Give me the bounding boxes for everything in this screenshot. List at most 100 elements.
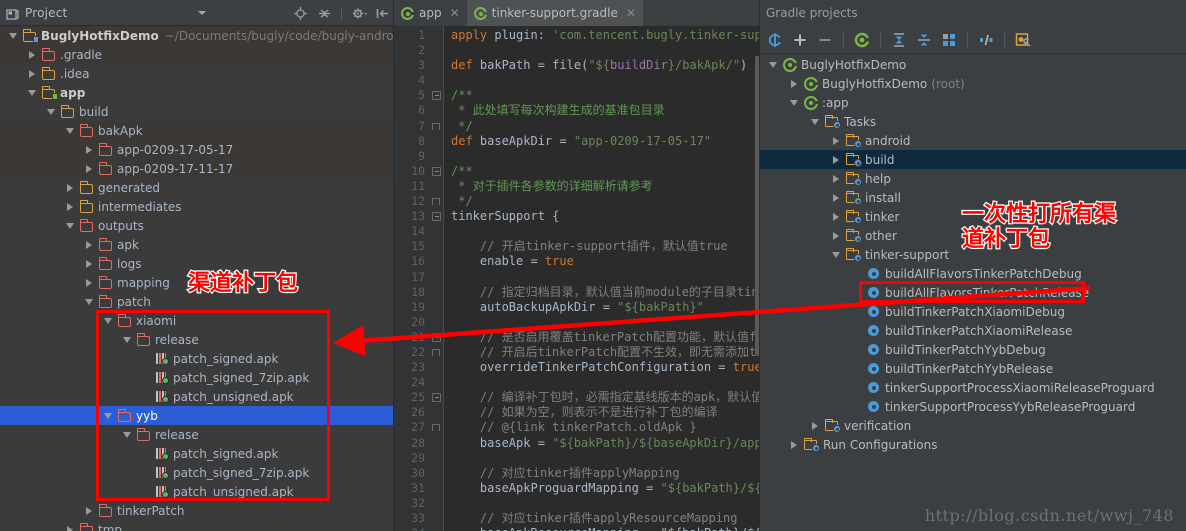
tree-expander[interactable] bbox=[787, 79, 800, 88]
close-icon[interactable]: ✕ bbox=[450, 6, 460, 20]
project-tree-row[interactable]: bakApk bbox=[0, 121, 394, 140]
project-tree-row[interactable]: intermediates bbox=[0, 197, 394, 216]
chevron-right-icon[interactable] bbox=[832, 174, 839, 183]
editor-tab-bar[interactable]: app ✕ tinker-support.gradle ✕ bbox=[394, 0, 760, 26]
project-tree-row[interactable]: app-0209-17-11-17 bbox=[0, 159, 394, 178]
tree-expander[interactable] bbox=[829, 193, 842, 202]
chevron-down-icon[interactable] bbox=[810, 118, 819, 125]
chevron-down-icon[interactable] bbox=[103, 412, 112, 419]
editor-tab[interactable]: tinker-support.gradle ✕ bbox=[466, 0, 643, 26]
locate-target-icon[interactable] bbox=[293, 6, 308, 21]
chevron-down-icon[interactable] bbox=[103, 317, 112, 324]
add-icon[interactable] bbox=[790, 30, 810, 50]
tree-expander[interactable] bbox=[82, 278, 95, 287]
chevron-down-icon[interactable] bbox=[122, 431, 131, 438]
fold-marker[interactable] bbox=[430, 209, 443, 224]
chevron-down-icon[interactable] bbox=[46, 108, 55, 115]
remove-icon[interactable] bbox=[815, 30, 835, 50]
chevron-down-icon[interactable] bbox=[65, 127, 74, 134]
chevron-right-icon[interactable] bbox=[66, 525, 73, 531]
chevron-right-icon[interactable] bbox=[28, 69, 35, 78]
chevron-right-icon[interactable] bbox=[832, 193, 839, 202]
fold-marker[interactable] bbox=[430, 164, 443, 179]
toggle-offline-icon[interactable] bbox=[939, 30, 959, 50]
chevron-right-icon[interactable] bbox=[832, 212, 839, 221]
refresh-icon[interactable] bbox=[765, 30, 785, 50]
chevron-down-icon[interactable] bbox=[831, 251, 840, 258]
code-folding-column[interactable] bbox=[430, 26, 443, 531]
tree-expander[interactable] bbox=[120, 431, 133, 438]
tree-expander[interactable] bbox=[829, 231, 842, 240]
collapse-all-icon[interactable] bbox=[914, 30, 934, 50]
project-tree-row[interactable]: release bbox=[0, 425, 394, 444]
project-tree-row[interactable]: xiaomi bbox=[0, 311, 394, 330]
tree-expander[interactable] bbox=[787, 440, 800, 449]
gradle-tree-row[interactable]: Tasks bbox=[760, 112, 1186, 131]
project-tree-row[interactable]: release bbox=[0, 330, 394, 349]
tree-expander[interactable] bbox=[63, 222, 76, 229]
gradle-settings-icon[interactable] bbox=[1013, 30, 1033, 50]
tree-expander[interactable] bbox=[25, 50, 38, 59]
fold-marker[interactable] bbox=[430, 345, 443, 360]
project-view-selector[interactable]: Project bbox=[0, 0, 214, 26]
gradle-tree-row[interactable]: buildAllFlavorsTinkerPatchDebug bbox=[760, 264, 1186, 283]
tree-expander[interactable] bbox=[120, 336, 133, 343]
project-tree-row[interactable]: apk bbox=[0, 235, 394, 254]
code-content[interactable]: apply plugin: 'com.tencent.bugly.tinker-… bbox=[443, 26, 760, 531]
project-tree-row[interactable]: BuglyHotfixDemo ~/Documents/bugly/code/bu… bbox=[0, 26, 394, 45]
chevron-right-icon[interactable] bbox=[790, 440, 797, 449]
chevron-down-icon[interactable] bbox=[27, 89, 36, 96]
project-tree-row[interactable]: patch_signed_7zip.apk bbox=[0, 368, 394, 387]
tree-expander[interactable] bbox=[44, 108, 57, 115]
collapse-all-icon[interactable] bbox=[317, 6, 332, 21]
project-tree-row[interactable]: app bbox=[0, 83, 394, 102]
fold-marker[interactable] bbox=[430, 119, 443, 134]
expand-all-icon[interactable] bbox=[889, 30, 909, 50]
chevron-right-icon[interactable] bbox=[85, 145, 92, 154]
project-tree-row[interactable]: .idea bbox=[0, 64, 394, 83]
tree-expander[interactable] bbox=[829, 212, 842, 221]
chevron-down-icon[interactable] bbox=[122, 336, 131, 343]
chevron-down-icon[interactable] bbox=[789, 99, 798, 106]
tree-expander[interactable] bbox=[82, 145, 95, 154]
gradle-tree-row[interactable]: buildTinkerPatchXiaomiDebug bbox=[760, 302, 1186, 321]
chevron-right-icon[interactable] bbox=[832, 136, 839, 145]
gradle-tree-row[interactable]: android bbox=[760, 131, 1186, 150]
project-tree-row[interactable]: .gradle bbox=[0, 45, 394, 64]
chevron-down-icon[interactable] bbox=[198, 10, 206, 15]
chevron-right-icon[interactable] bbox=[66, 183, 73, 192]
chevron-down-icon[interactable] bbox=[8, 32, 17, 39]
project-tree-row[interactable]: patch_unsigned.apk bbox=[0, 482, 394, 501]
close-icon[interactable]: ✕ bbox=[626, 6, 636, 20]
fold-marker[interactable] bbox=[430, 390, 443, 405]
tree-expander[interactable] bbox=[101, 317, 114, 324]
chevron-right-icon[interactable] bbox=[85, 506, 92, 515]
project-tree-row[interactable]: outputs bbox=[0, 216, 394, 235]
project-tree-row[interactable]: yyb bbox=[0, 406, 394, 425]
chevron-right-icon[interactable] bbox=[28, 50, 35, 59]
show-ignored-icon[interactable] bbox=[976, 30, 996, 50]
tree-expander[interactable] bbox=[829, 251, 842, 258]
gradle-tree-row[interactable]: Run Configurations bbox=[760, 435, 1186, 454]
chevron-right-icon[interactable] bbox=[832, 155, 839, 164]
project-tree-row[interactable]: build bbox=[0, 102, 394, 121]
tree-expander[interactable] bbox=[808, 421, 821, 430]
tree-expander[interactable] bbox=[787, 99, 800, 106]
tree-expander[interactable] bbox=[82, 506, 95, 515]
tree-expander[interactable] bbox=[63, 183, 76, 192]
execute-gradle-task-icon[interactable] bbox=[852, 30, 872, 50]
tree-expander[interactable] bbox=[63, 202, 76, 211]
tree-expander[interactable] bbox=[82, 240, 95, 249]
tree-expander[interactable] bbox=[101, 412, 114, 419]
gradle-task-tree[interactable]: BuglyHotfixDemo BuglyHotfixDemo (root):app… bbox=[760, 55, 1186, 531]
gradle-tree-row[interactable]: buildTinkerPatchYybRelease bbox=[760, 359, 1186, 378]
tree-expander[interactable] bbox=[63, 525, 76, 531]
gradle-tree-row[interactable]: tinkerSupportProcessXiaomiReleaseProguar… bbox=[760, 378, 1186, 397]
project-tree-row[interactable]: generated bbox=[0, 178, 394, 197]
project-tree-row[interactable]: tmp bbox=[0, 520, 394, 531]
fold-marker[interactable] bbox=[430, 194, 443, 209]
chevron-right-icon[interactable] bbox=[85, 240, 92, 249]
gradle-tree-row[interactable]: BuglyHotfixDemo bbox=[760, 55, 1186, 74]
tree-expander[interactable] bbox=[82, 259, 95, 268]
chevron-right-icon[interactable] bbox=[832, 231, 839, 240]
